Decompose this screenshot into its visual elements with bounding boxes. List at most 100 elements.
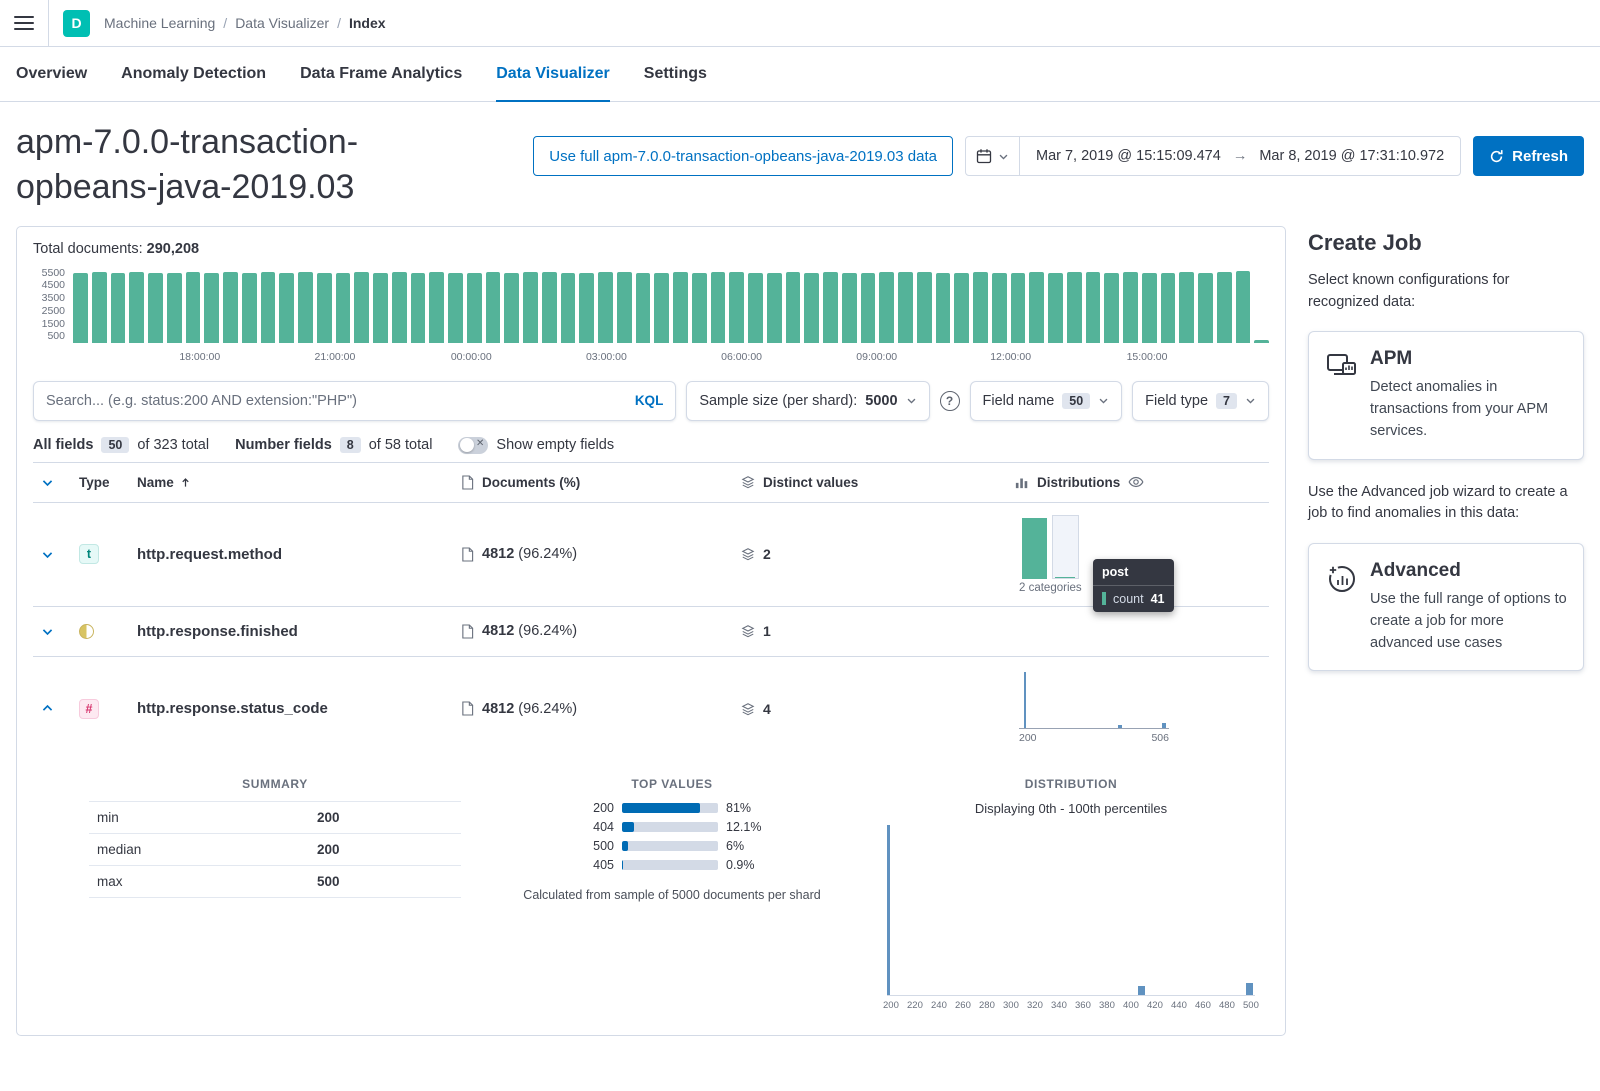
timeline-bar (1011, 273, 1026, 343)
timeline-bar (1086, 272, 1101, 342)
eye-icon[interactable] (1128, 474, 1144, 490)
distribution-x-tick: 460 (1195, 1000, 1211, 1011)
tab-overview[interactable]: Overview (16, 47, 87, 101)
timeline-bar (204, 273, 219, 343)
app-logo[interactable]: D (63, 10, 90, 37)
timeline-bar (786, 272, 801, 342)
mini-hist-max-label: 506 (1151, 732, 1169, 744)
timeline-bar (186, 272, 201, 342)
collapse-row-button[interactable] (33, 702, 79, 715)
advanced-card-title: Advanced (1370, 560, 1567, 582)
expand-row-button[interactable] (33, 625, 79, 638)
timeline-bar (767, 273, 782, 343)
top-value-row: 5006% (578, 839, 766, 853)
timeline-bar (298, 272, 313, 343)
x-axis-tick: 00:00:00 (451, 351, 492, 363)
distribution-x-tick: 300 (1003, 1000, 1019, 1011)
timeline-bar (692, 273, 707, 343)
timeline-bar (223, 272, 238, 343)
timeline-bar (504, 273, 519, 343)
start-date[interactable]: Mar 7, 2019 @ 15:15:09.474 (1036, 148, 1221, 164)
chevron-down-icon (41, 625, 54, 638)
timeline-bar (429, 272, 444, 343)
chart-plot-area: 18:00:0021:00:0000:00:0003:00:0006:00:00… (73, 269, 1269, 367)
timeline-bar (1029, 272, 1044, 343)
timeline-bar (467, 273, 482, 343)
top-value-bar (622, 822, 718, 832)
layers-icon (741, 624, 755, 638)
top-value-label: 404 (578, 820, 614, 834)
apm-job-card[interactable]: APM Detect anomalies in transactions fro… (1308, 331, 1584, 459)
summary-row-max: max 500 (89, 866, 461, 898)
numeric-distribution-chart[interactable]: 200 506 (1019, 673, 1169, 744)
top-value-percent: 12.1% (726, 820, 766, 834)
main-tabs: Overview Anomaly Detection Data Frame An… (0, 47, 1600, 102)
header-documents[interactable]: Documents (%) (461, 475, 741, 490)
timeline-bar (973, 272, 988, 342)
document-icon (461, 624, 474, 639)
timeline-bar (279, 273, 294, 343)
timeline-bar (729, 272, 744, 342)
distribution-x-tick: 340 (1051, 1000, 1067, 1011)
tab-settings[interactable]: Settings (644, 47, 707, 101)
refresh-button[interactable]: Refresh (1473, 136, 1584, 176)
sample-size-select[interactable]: Sample size (per shard): 5000 (686, 381, 929, 421)
end-date[interactable]: Mar 8, 2019 @ 17:31:10.972 (1259, 148, 1444, 164)
distribution-x-tick: 420 (1147, 1000, 1163, 1011)
distribution-cell: 200 506 (1015, 673, 1269, 744)
timeline-bar (579, 273, 594, 343)
header-distinct-values[interactable]: Distinct values (741, 475, 1015, 490)
field-name-filter[interactable]: Field name 50 (970, 381, 1123, 421)
y-axis-tick: 2500 (42, 305, 65, 317)
tab-data-visualizer[interactable]: Data Visualizer (496, 47, 610, 101)
category-distribution-chart[interactable]: 2 categories (1019, 515, 1082, 594)
use-full-data-button[interactable]: Use full apm-7.0.0-transaction-opbeans-j… (533, 136, 953, 176)
apm-icon (1325, 348, 1357, 442)
breadcrumb-machine-learning[interactable]: Machine Learning (104, 15, 215, 31)
top-value-bar (622, 860, 718, 870)
distribution-cell: 2 categories post count 41 (1015, 515, 1269, 594)
chart-y-axis: 55004500350025001500500 (33, 269, 73, 343)
date-range-picker: Mar 7, 2019 @ 15:15:09.474 → Mar 8, 2019… (965, 136, 1461, 176)
expand-row-button[interactable] (33, 548, 79, 561)
top-value-label: 405 (578, 858, 614, 872)
timeline-bar (148, 273, 163, 343)
distribution-x-tick: 440 (1171, 1000, 1187, 1011)
collapse-all-button[interactable] (33, 476, 79, 489)
search-input[interactable] (46, 393, 627, 409)
x-axis-tick: 15:00:00 (1127, 351, 1168, 363)
distinct-values-cell: 1 (741, 623, 1015, 639)
timeline-bar (1254, 340, 1269, 343)
timeline-bar (748, 273, 763, 343)
distribution-bar (887, 825, 890, 995)
menu-icon[interactable] (14, 16, 34, 31)
create-job-sidebar: Create Job Select known configurations f… (1308, 226, 1584, 694)
timeline-bar (392, 272, 407, 342)
help-icon[interactable]: ? (940, 391, 960, 411)
percentile-distribution-chart[interactable] (887, 826, 1255, 996)
document-icon (461, 701, 474, 716)
top-header: D Machine Learning / Data Visualizer / I… (0, 0, 1600, 47)
distribution-x-tick: 480 (1219, 1000, 1235, 1011)
timeline-bar (336, 273, 351, 343)
header-distributions[interactable]: Distributions (1015, 474, 1269, 490)
show-empty-fields-toggle[interactable]: ✕ (458, 437, 488, 454)
kql-language-button[interactable]: KQL (635, 393, 664, 408)
chevron-down-icon (1245, 395, 1256, 406)
timeline-bar (711, 272, 726, 343)
field-type-filter[interactable]: Field type 7 (1132, 381, 1269, 421)
distinct-values-cell: 2 (741, 546, 1015, 562)
breadcrumb-data-visualizer[interactable]: Data Visualizer (235, 15, 329, 31)
tab-data-frame-analytics[interactable]: Data Frame Analytics (300, 47, 462, 101)
advanced-job-card[interactable]: Advanced Use the full range of options t… (1308, 543, 1584, 671)
x-axis-tick: 09:00:00 (856, 351, 897, 363)
quick-select-date-button[interactable] (966, 137, 1020, 175)
header-name[interactable]: Name (137, 475, 461, 490)
header-type[interactable]: Type (79, 475, 137, 490)
top-value-percent: 6% (726, 839, 766, 853)
distribution-section: DISTRIBUTION Displaying 0th - 100th perc… (883, 777, 1259, 1011)
fields-table: Type Name Documents (%) Distinct values … (33, 462, 1269, 1025)
timeline-bar (673, 272, 688, 343)
documents-cell: 4812 (96.24%) (461, 546, 741, 562)
tab-anomaly-detection[interactable]: Anomaly Detection (121, 47, 266, 101)
